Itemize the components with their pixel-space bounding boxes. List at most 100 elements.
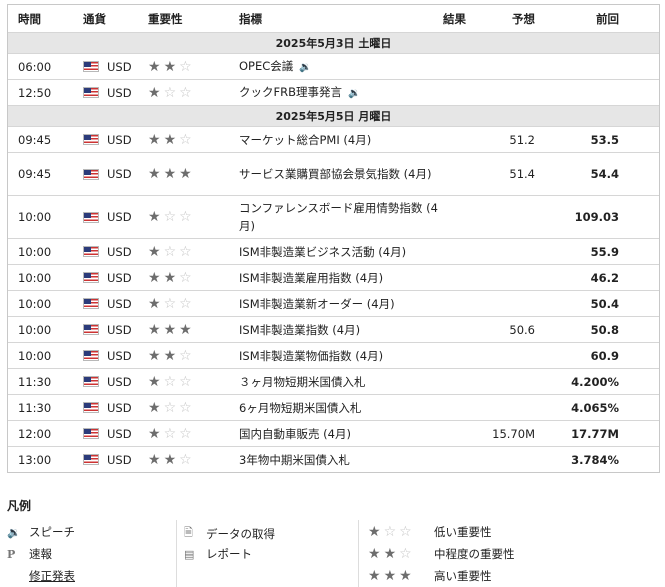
star-icon: ★ [148,269,161,286]
header-result: 結果 [443,11,466,26]
indicator-name[interactable]: ISM非製造業雇用指数 (4月) [239,271,383,285]
event-time: 09:45 [18,167,52,181]
star-icon: ★ [163,269,177,286]
event-currency: USD [83,401,132,415]
event-indicator[interactable]: 国内自動車販売 (4月) [239,425,439,443]
table-row[interactable]: 11:30 USD ★ ☆ ☆ 6ヶ月物短期米国債入札 4.065% [8,394,659,420]
table-row[interactable]: 11:30 USD ★ ☆ ☆ ３ヶ月物短期米国債入札 4.200% [8,368,659,394]
event-indicator[interactable]: コンファレンスボード雇用情勢指数 (4月) [239,199,439,235]
event-currency: USD [83,349,132,363]
event-indicator[interactable]: ISM非製造業ビジネス活動 (4月) [239,243,439,261]
us-flag-icon [83,454,99,465]
event-previous: 50.8 [590,322,619,337]
indicator-name[interactable]: ISM非製造業指数 (4月) [239,323,360,337]
event-time: 10:00 [18,270,52,285]
star-icon: ☆ [179,269,192,286]
star-icon: ☆ [179,425,192,442]
legend-data-release: 🗎 データの取得 [184,524,275,543]
legend-high: ★ ★ ★ 高い重要性 [368,568,492,584]
importance-stars: ★ ★ ★ [148,323,192,337]
table-header: 時間 通貨 重要性 指標 結果 予想 前回 [8,5,659,32]
star-icon: ★ [163,166,177,182]
indicator-name[interactable]: ３ヶ月物短期米国債入札 [239,375,366,389]
table-row[interactable]: 09:45 USD ★ ★ ☆ マーケット総合PMI (4月) 51.2 53.5 [8,126,659,152]
header-importance: 重要性 [148,11,183,26]
star-icon: ☆ [179,131,192,148]
indicator-name[interactable]: ISM非製造業物価指数 (4月) [239,349,383,363]
table-row[interactable]: 09:45 USD ★ ★ ★ サービス業購買部協会景気指数 (4月) 51.4 54.4 [8,152,659,195]
table-row[interactable]: 10:00 USD ★ ★ ☆ ISM非製造業雇用指数 (4月) 46.2 [8,264,659,290]
star-icon: ☆ [163,295,177,312]
indicator-name[interactable]: ISM非製造業ビジネス活動 (4月) [239,245,406,259]
star-icon: ★ [163,131,177,148]
star-icon: ★ [148,166,161,182]
event-indicator[interactable]: ISM非製造業指数 (4月) [239,321,439,339]
event-previous: 17.77M [571,426,619,441]
indicator-name[interactable]: コンファレンスボード雇用情勢指数 (4月) [239,201,438,233]
high-importance-stars: ★ ★ ★ [368,568,412,584]
event-indicator[interactable]: 3年物中期米国債入札 [239,451,439,469]
medium-importance-stars: ★ ★ ☆ [368,546,412,562]
star-icon: ★ [163,321,177,338]
event-indicator[interactable]: ISM非製造業雇用指数 (4月) [239,269,439,287]
indicator-name[interactable]: 3年物中期米国債入札 [239,453,350,467]
header-time: 時間 [18,11,41,26]
star-icon: ★ [179,166,192,182]
event-time: 10:00 [18,244,52,259]
legend-high-label: 高い重要性 [434,569,492,583]
star-icon: ☆ [179,295,192,312]
event-time: 09:45 [18,132,52,147]
indicator-name[interactable]: OPEC会議 [239,59,293,73]
legend-divider [176,520,177,587]
table-row[interactable]: 13:00 USD ★ ★ ☆ 3年物中期米国債入札 3.784% [8,446,659,472]
importance-stars: ★ ★ ☆ [148,349,192,363]
event-previous: 55.9 [590,244,619,259]
currency-code: USD [107,210,132,224]
importance-stars: ★ ★ ★ [148,167,192,181]
indicator-name[interactable]: サービス業購買部協会景気指数 (4月) [239,167,431,181]
us-flag-icon [83,298,99,309]
currency-code: USD [107,59,132,74]
importance-stars: ★ ★ ☆ [148,60,192,74]
event-indicator[interactable]: マーケット総合PMI (4月) [239,131,439,149]
table-row[interactable]: 12:00 USD ★ ☆ ☆ 国内自動車販売 (4月) 15.70M 17.77M [8,420,659,446]
indicator-name[interactable]: クックFRB理事発言 [239,85,342,99]
event-indicator[interactable]: ３ヶ月物短期米国債入札 [239,373,439,391]
event-indicator[interactable]: OPEC会議 🔉 [239,57,439,77]
indicator-name[interactable]: ISM非製造業新オーダー (4月) [239,297,395,311]
header-indicator: 指標 [239,11,262,26]
table-row[interactable]: 06:00 USD ★ ★ ☆ OPEC会議 🔉 [8,53,659,79]
table-row[interactable]: 12:50 USD ★ ☆ ☆ クックFRB理事発言 🔉 [8,79,659,105]
table-row[interactable]: 10:00 USD ★ ★ ☆ ISM非製造業物価指数 (4月) 60.9 [8,342,659,368]
importance-stars: ★ ☆ ☆ [148,210,192,224]
event-indicator[interactable]: ISM非製造業新オーダー (4月) [239,295,439,313]
importance-stars: ★ ☆ ☆ [148,297,192,311]
legend-divider [358,520,359,587]
star-icon: ★ [148,373,161,390]
event-indicator[interactable]: 6ヶ月物短期米国債入札 [239,399,439,417]
star-icon: ★ [148,425,161,442]
table-row[interactable]: 10:00 USD ★ ☆ ☆ ISM非製造業ビジネス活動 (4月) 55.9 [8,238,659,264]
star-icon: ☆ [163,243,177,260]
star-icon: ★ [148,347,161,364]
legend-preliminary: P 速報 [7,546,52,562]
star-icon: ☆ [179,451,192,468]
table-row[interactable]: 10:00 USD ★ ☆ ☆ コンファレンスボード雇用情勢指数 (4月) 109.03 [8,195,659,238]
star-icon: ★ [148,321,161,338]
indicator-name[interactable]: マーケット総合PMI (4月) [239,133,371,147]
event-previous: 60.9 [590,348,619,363]
us-flag-icon [83,402,99,413]
event-indicator[interactable]: サービス業購買部協会景気指数 (4月) [239,165,439,183]
table-row[interactable]: 10:00 USD ★ ☆ ☆ ISM非製造業新オーダー (4月) 50.4 [8,290,659,316]
legend-title: 凡例 [7,499,32,513]
indicator-name[interactable]: 国内自動車販売 (4月) [239,427,351,441]
event-indicator[interactable]: クックFRB理事発言 🔉 [239,83,439,103]
us-flag-icon [83,246,99,257]
star-icon: ★ [148,58,161,75]
indicator-name[interactable]: 6ヶ月物短期米国債入札 [239,401,361,415]
event-previous: 3.784% [571,452,619,467]
preliminary-icon: P [7,547,16,561]
economic-calendar-table: 時間 通貨 重要性 指標 結果 予想 前回 2025年5月3日 土曜日 06:00… [7,4,660,473]
table-row[interactable]: 10:00 USD ★ ★ ★ ISM非製造業指数 (4月) 50.6 50.8 [8,316,659,342]
event-indicator[interactable]: ISM非製造業物価指数 (4月) [239,347,439,365]
